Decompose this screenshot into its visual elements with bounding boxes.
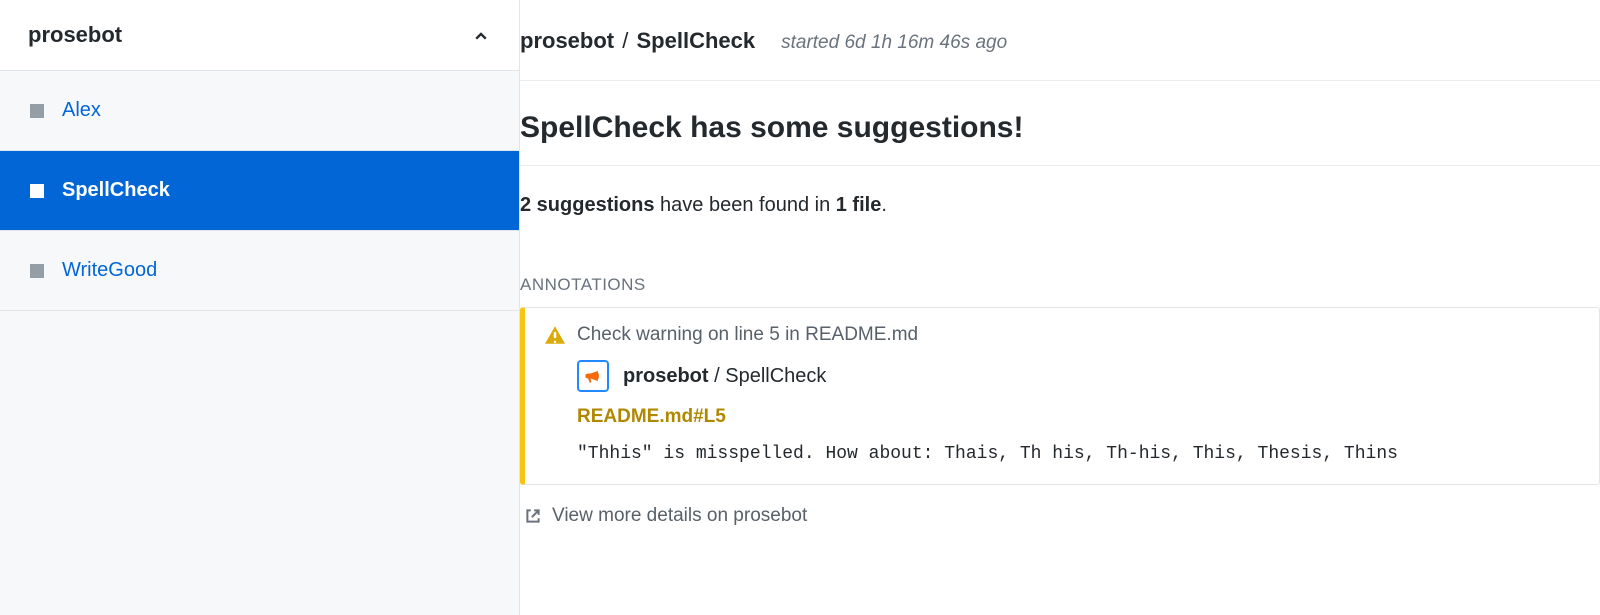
status-square-icon [30,104,44,118]
breadcrumb-app: prosebot [520,28,614,53]
annotation-file-link[interactable]: README.md#L5 [545,406,1579,428]
annotation-header-row: Check warning on line 5 in README.md [545,324,1579,346]
status-square-icon [30,264,44,278]
sidebar-item-label: SpellCheck [62,179,170,202]
summary-middle: have been found in [654,194,835,216]
annotation-check-name: SpellCheck [725,365,826,387]
main-content: prosebot / SpellCheck started 6d 1h 16m … [520,0,1600,615]
started-timestamp: started 6d 1h 16m 46s ago [781,32,1007,54]
sidebar: prosebot Alex SpellCheck WriteGood [0,0,520,615]
annotation-app-sep: / [709,365,726,387]
sidebar-list: Alex SpellCheck WriteGood [0,71,519,311]
summary-tail: . [881,194,887,216]
summary-files: 1 file [836,194,882,216]
breadcrumb-separator: / [620,28,630,53]
breadcrumb: prosebot / SpellCheck [520,28,755,54]
main-header: prosebot / SpellCheck started 6d 1h 16m … [520,28,1600,81]
view-more-text: View more details on prosebot [552,505,807,527]
summary-count: 2 suggestions [520,194,654,216]
annotation-app-row: prosebot / SpellCheck [545,360,1579,392]
sidebar-item-alex[interactable]: Alex [0,71,519,151]
annotation-header-text: Check warning on line 5 in README.md [577,324,918,346]
annotation-message: "Thhis" is misspelled. How about: Thais,… [545,444,1579,464]
sidebar-header[interactable]: prosebot [0,0,519,71]
sidebar-item-label: Alex [62,99,101,122]
report-title: SpellCheck has some suggestions! [520,81,1600,166]
annotation-app-text: prosebot / SpellCheck [623,365,826,388]
view-more-link[interactable]: View more details on prosebot [520,485,1600,527]
sidebar-item-label: WriteGood [62,259,157,282]
annotations-heading: ANNOTATIONS [520,225,1600,307]
annotation-app-name: prosebot [623,365,709,387]
chevron-up-icon [471,25,491,45]
megaphone-icon [577,360,609,392]
sidebar-title: prosebot [28,22,122,48]
sidebar-item-spellcheck[interactable]: SpellCheck [0,151,519,231]
summary-line: 2 suggestions have been found in 1 file. [520,166,1600,225]
external-link-icon [524,507,542,525]
warning-triangle-icon [545,325,565,345]
annotation-card: Check warning on line 5 in README.md pro… [520,307,1600,485]
breadcrumb-check: SpellCheck [637,28,756,53]
status-square-icon [30,184,44,198]
sidebar-item-writegood[interactable]: WriteGood [0,231,519,311]
